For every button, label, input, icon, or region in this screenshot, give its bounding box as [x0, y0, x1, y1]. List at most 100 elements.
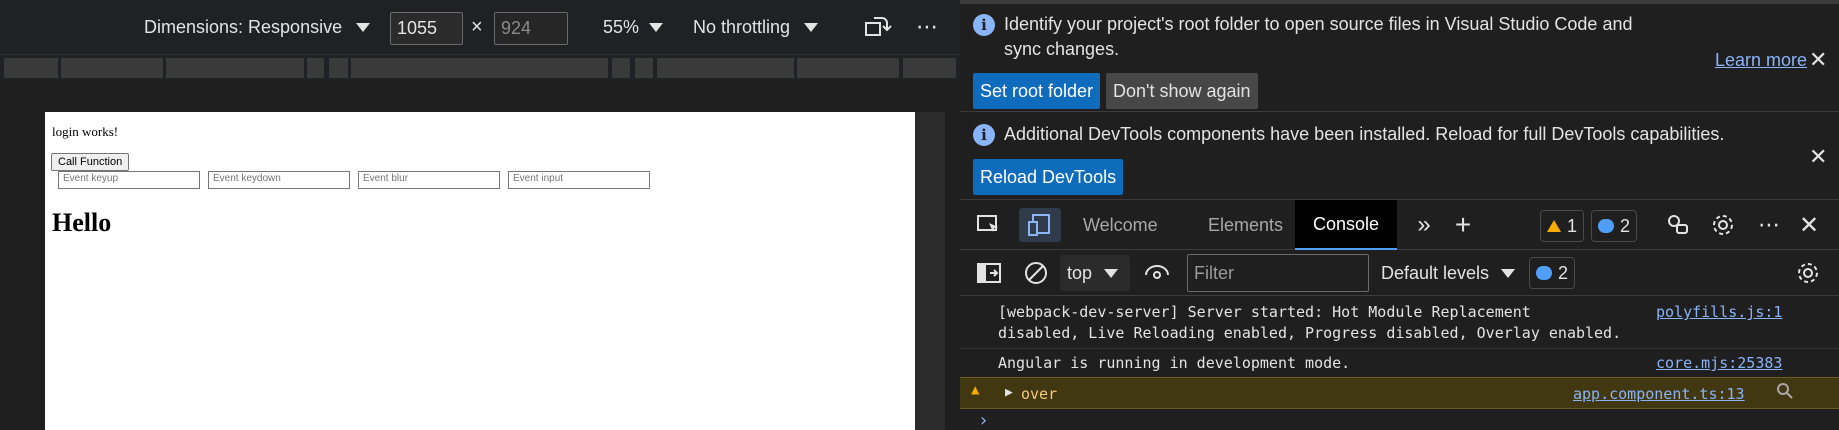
devtools-pane: i Identify your project's root folder to… [960, 0, 1839, 430]
times-symbol: × [471, 15, 483, 38]
clear-console-icon[interactable] [1022, 260, 1050, 286]
feedback-icon[interactable] [1664, 212, 1692, 238]
media-query-segment[interactable] [61, 58, 163, 78]
media-query-segment[interactable] [657, 58, 794, 78]
warnings-badge[interactable]: 1 [1540, 210, 1585, 242]
zoom-label: 55% [603, 16, 640, 37]
throttling-label: No throttling [693, 16, 791, 37]
event-keydown-input[interactable]: Event keydown [208, 171, 350, 189]
more-options-icon[interactable]: ⋯ [1755, 212, 1783, 238]
chevron-down-icon [649, 22, 664, 32]
media-query-segment[interactable] [635, 58, 653, 78]
prompt-chevron-icon: › [978, 410, 989, 430]
settings-gear-icon[interactable] [1709, 212, 1737, 238]
console-message-count: 2 [1558, 262, 1569, 283]
dont-show-again-button[interactable]: Don't show again [1106, 73, 1258, 109]
media-query-segment[interactable] [612, 58, 630, 78]
device-emulation-icon[interactable] [1019, 208, 1061, 242]
console-settings-gear-icon[interactable] [1794, 260, 1822, 286]
console-prompt[interactable]: › [960, 410, 1839, 430]
event-input-input[interactable]: Event input [508, 171, 650, 189]
context-label: top [1067, 262, 1093, 283]
height-input[interactable]: 924 [494, 12, 568, 45]
message-count: 2 [1620, 215, 1631, 236]
warning-message: over [1021, 385, 1058, 403]
chevron-down-icon [804, 22, 819, 32]
messages-badge[interactable]: 2 [1591, 210, 1638, 242]
call-function-button[interactable]: Call Function [51, 153, 130, 171]
more-options-icon[interactable]: ⋯ [916, 0, 938, 54]
log-levels-label: Default levels [1381, 262, 1490, 283]
console-log-entry: Angular is running in development mode. … [960, 353, 1839, 373]
media-query-segment[interactable] [329, 58, 348, 78]
inspect-element-icon[interactable] [975, 212, 1003, 238]
log-source-link[interactable]: app.component.ts:13 [1573, 384, 1745, 404]
message-icon [1536, 266, 1552, 280]
media-query-segment[interactable] [166, 58, 304, 78]
console-log-entry: [webpack-dev-server] Server started: Hot… [960, 302, 1839, 344]
sidebar-toggle-icon[interactable] [975, 260, 1003, 286]
console-messages-badge[interactable]: 2 [1529, 257, 1576, 289]
event-blur-input[interactable]: Event blur [358, 171, 500, 189]
media-query-segment[interactable] [903, 58, 956, 78]
expand-triangle-icon[interactable]: ▶ [1005, 383, 1013, 403]
reload-devtools-button[interactable]: Reload DevTools [973, 159, 1124, 195]
zoom-dropdown[interactable]: 55% [603, 0, 664, 54]
console-warning-entry: ▲ ▶ over app.component.ts:13 [960, 377, 1839, 409]
log-separator [960, 348, 1839, 349]
media-query-ruler [0, 54, 960, 80]
warning-icon [1547, 220, 1561, 232]
tab-console[interactable]: Console [1295, 200, 1398, 250]
filter-input[interactable]: Filter [1187, 254, 1369, 292]
more-tabs-icon[interactable]: » [1410, 211, 1438, 238]
tab-elements[interactable]: Elements [1190, 200, 1301, 250]
log-message: Angular is running in development mode. [998, 354, 1351, 372]
dimensions-dropdown[interactable]: Dimensions: Responsive [144, 0, 371, 54]
width-input[interactable]: 1055 [390, 12, 463, 45]
chevron-down-icon [356, 22, 371, 32]
info-icon: i [973, 124, 995, 146]
viewport-scrollbar[interactable] [915, 112, 945, 430]
hello-heading: Hello [52, 208, 112, 237]
chevron-down-icon [1104, 268, 1119, 278]
warning-count: 1 [1567, 215, 1578, 236]
close-icon[interactable]: ✕ [1809, 49, 1827, 71]
chevron-down-icon [1501, 268, 1516, 278]
close-devtools-icon[interactable]: ✕ [1795, 212, 1823, 239]
message-icon [1598, 219, 1614, 233]
add-tab-icon[interactable]: + [1449, 209, 1477, 240]
learn-more-link[interactable]: Learn more [1715, 50, 1807, 71]
tab-welcome[interactable]: Welcome [1065, 200, 1176, 250]
info-icon: i [973, 14, 995, 36]
devtools-window: Dimensions: Responsive 1055 × 924 55% No… [0, 0, 1839, 430]
console-toolbar: top Filter Default levels 2 [960, 250, 1839, 296]
warning-icon: ▲ [971, 382, 980, 398]
emulated-page: login works! Call Function Event keyup E… [45, 112, 915, 430]
dimensions-label: Dimensions: Responsive [144, 16, 343, 37]
set-root-folder-button[interactable]: Set root folder [973, 73, 1101, 109]
close-icon[interactable]: ✕ [1809, 146, 1827, 168]
media-query-segment[interactable] [351, 58, 608, 78]
media-query-segment[interactable] [4, 58, 58, 78]
search-icon[interactable] [1775, 381, 1795, 406]
log-message-line: disabled, Live Reloading enabled, Progre… [998, 324, 1622, 342]
log-message-line: [webpack-dev-server] Server started: Hot… [998, 303, 1531, 321]
rotate-icon[interactable] [864, 0, 892, 54]
media-query-segment[interactable] [797, 58, 899, 78]
log-levels-dropdown[interactable]: Default levels [1381, 250, 1516, 296]
components-infobar: i Additional DevTools components have be… [960, 112, 1839, 200]
log-source-link[interactable]: core.mjs:25383 [1656, 353, 1782, 373]
login-works-text: login works! [52, 124, 119, 139]
eye-icon[interactable] [1143, 260, 1171, 286]
components-message: Additional DevTools components have been… [1004, 124, 1725, 144]
log-source-link[interactable]: polyfills.js:1 [1656, 302, 1782, 322]
root-folder-message: Identify your project's root folder to o… [1004, 14, 1633, 59]
throttling-dropdown[interactable]: No throttling [693, 0, 819, 54]
device-toolbar: Dimensions: Responsive 1055 × 924 55% No… [0, 0, 960, 54]
event-keyup-input[interactable]: Event keyup [58, 171, 200, 189]
device-emulation-pane: Dimensions: Responsive 1055 × 924 55% No… [0, 0, 960, 430]
root-folder-infobar: i Identify your project's root folder to… [960, 4, 1839, 112]
media-query-segment[interactable] [307, 58, 324, 78]
devtools-tabbar: Welcome Elements Console » + 1 2 ⋯ ✕ [960, 200, 1839, 250]
context-select[interactable]: top [1060, 255, 1130, 291]
